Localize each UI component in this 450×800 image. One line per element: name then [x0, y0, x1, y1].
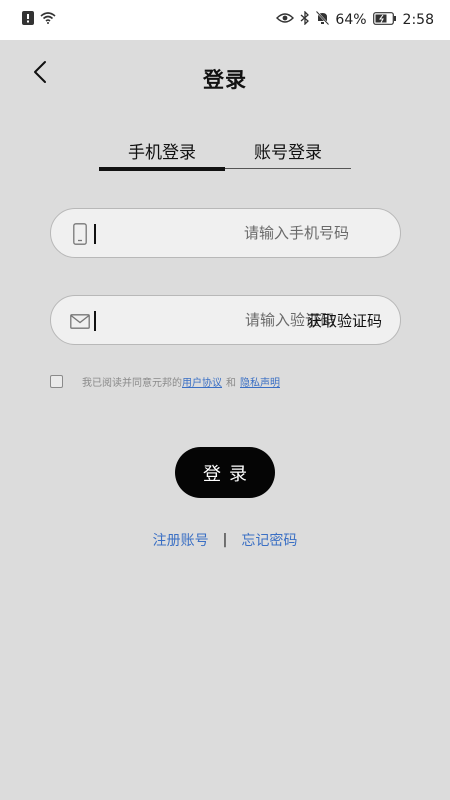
agreement-text: 我已阅读并同意元邦的 [82, 377, 182, 389]
login-tabs: 手机登录 账号登录 [99, 130, 351, 172]
bluetooth-icon [300, 10, 310, 29]
agreement-checkbox[interactable] [50, 374, 63, 388]
privacy-link[interactable]: 隐私声明 [240, 374, 280, 389]
phone-field[interactable] [50, 208, 401, 258]
user-agreement-link[interactable]: 用户协议 [182, 374, 222, 389]
status-bar: 64% 2:58 [0, 0, 450, 40]
bottom-links: 注册账号 | 忘记密码 [0, 529, 450, 551]
clock-time: 2:58 [402, 12, 434, 28]
forgot-password-link[interactable]: 忘记密码 [241, 530, 297, 550]
tab-active-indicator [99, 167, 225, 171]
agreement-row: 我已阅读并同意元邦的 用户协议 和 隐私声明 [50, 372, 280, 390]
mute-bell-icon [316, 10, 330, 29]
register-link[interactable]: 注册账号 [153, 530, 209, 550]
phone-icon [69, 222, 91, 246]
battery-percent: 64% [335, 12, 367, 28]
agreement-and: 和 [226, 377, 236, 389]
alert-icon [22, 11, 34, 29]
status-left [22, 11, 56, 29]
verification-code-field[interactable]: 获取验证码 [50, 295, 401, 345]
battery-icon [372, 11, 397, 29]
status-right: 64% 2:58 [276, 10, 434, 29]
page-title: 登录 [203, 68, 247, 92]
wifi-icon [40, 12, 56, 28]
link-separator: | [222, 532, 228, 548]
eye-icon [276, 12, 295, 28]
text-cursor [94, 311, 96, 331]
tab-phone-login[interactable]: 手机登录 [99, 130, 225, 170]
header: 登录 [0, 40, 450, 120]
text-cursor [94, 224, 96, 244]
phone-input[interactable] [101, 209, 349, 257]
code-input[interactable] [101, 296, 335, 344]
tab-account-login[interactable]: 账号登录 [225, 130, 351, 170]
login-button[interactable]: 登录 [175, 447, 275, 498]
get-code-button[interactable]: 获取验证码 [307, 296, 382, 344]
envelope-icon [69, 309, 91, 333]
